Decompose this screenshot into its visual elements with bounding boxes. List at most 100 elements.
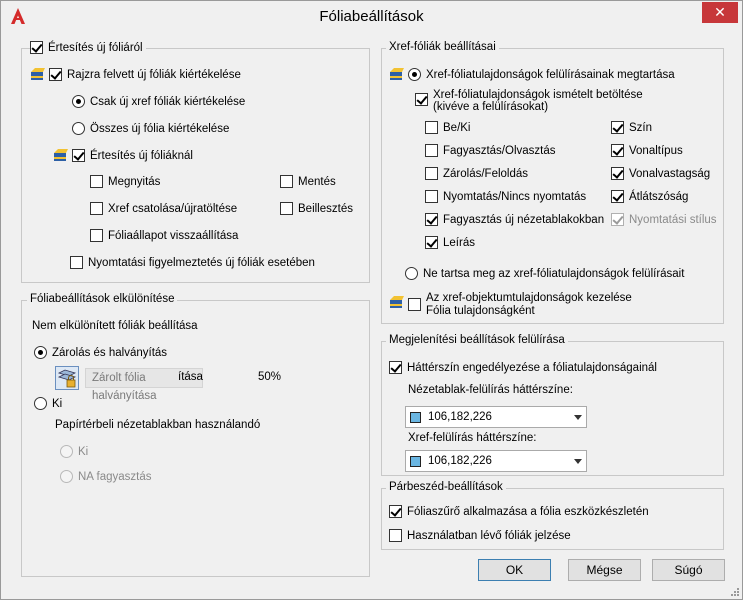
paper-off-radio-button[interactable] [60, 445, 73, 458]
xref-attach-label: Xref csatolása/újratöltése [108, 202, 238, 215]
notify-check[interactable] [30, 41, 43, 54]
lock-fade-radio[interactable]: Zárolás és halványítás [34, 346, 167, 359]
all-new-radio[interactable]: Összes új fólia kiértékelése [72, 122, 229, 135]
obj-props-line1: Az xref-objektumtulajdonságok kezelése [426, 292, 632, 304]
all-new-radio-button[interactable] [72, 122, 85, 135]
chevron-down-icon [574, 459, 582, 464]
display-legend: Megjelenítési beállítások felülírása [386, 334, 568, 346]
paper-freeze-radio[interactable]: NA fagyasztás [60, 470, 152, 483]
apply-filter-checkbox[interactable]: Fóliaszűrő alkalmazása a fólia eszközkés… [389, 505, 649, 518]
save-checkbox[interactable]: Mentés [280, 175, 336, 188]
plot-warning-check[interactable] [70, 256, 83, 269]
reload-checkbox[interactable]: Xref-fóliatulajdonságok ismételt betölté… [415, 89, 643, 113]
bg-enable-check[interactable] [389, 361, 402, 374]
reload-check[interactable] [415, 93, 428, 106]
linetype-check[interactable] [611, 144, 624, 157]
xref-bg-color-select[interactable]: 106,182,226 [405, 450, 587, 472]
lock-fade-radio-button[interactable] [34, 346, 47, 359]
keep-overrides-radio-button[interactable] [408, 68, 421, 81]
lineweight-checkbox[interactable]: Vonalvastagság [611, 167, 710, 180]
open-checkbox[interactable]: Megnyitás [90, 175, 160, 188]
insert-checkbox[interactable]: Beillesztés [280, 202, 353, 215]
save-check[interactable] [280, 175, 293, 188]
xref-legend: Xref-fóliák beállításai [386, 41, 499, 53]
open-check[interactable] [90, 175, 103, 188]
xref-attach-checkbox[interactable]: Xref csatolása/újratöltése [90, 202, 237, 215]
freeze-thaw-checkbox[interactable]: Fagyasztás/Olvasztás [425, 144, 555, 157]
color-swatch [410, 411, 421, 423]
close-button[interactable]: ✕ [702, 2, 738, 23]
chevron-down-icon [574, 415, 582, 420]
layer-icon [30, 67, 46, 82]
xref-bg-label: Xref-felülírás háttérszíne: [408, 432, 537, 444]
plot-warning-checkbox[interactable]: Nyomtatási figyelmeztetés új fóliák eset… [70, 256, 315, 269]
transparency-check[interactable] [611, 190, 624, 203]
transparency-checkbox[interactable]: Átlátszóság [611, 190, 688, 203]
obj-props-line2: Fólia tulajdonságként [426, 305, 535, 317]
vp-freeze-checkbox[interactable]: Fagyasztás új nézetablakokban [425, 213, 604, 226]
plot-style-check[interactable] [611, 213, 624, 226]
off-radio[interactable]: Ki [34, 397, 62, 410]
ok-button[interactable]: OK [478, 559, 551, 581]
help-button[interactable]: Súgó [652, 559, 725, 581]
apply-filter-check[interactable] [389, 505, 402, 518]
fade-value: 50% [258, 371, 282, 383]
save-label: Mentés [298, 175, 336, 188]
locked-layer-fading-icon [55, 366, 79, 390]
no-keep-radio[interactable]: Ne tartsa meg az xref-fóliatulajdonságok… [405, 267, 684, 280]
obj-props-label: Az xref-objektumtulajdonságok kezelése F… [426, 292, 632, 318]
vp-bg-label: Nézetablak-felülírás háttérszíne: [408, 384, 573, 396]
plot-style-checkbox[interactable]: Nyomtatási stílus [611, 213, 717, 226]
indicate-used-label: Használatban lévő fóliák jelzése [407, 529, 571, 542]
lineweight-check[interactable] [611, 167, 624, 180]
restore-state-checkbox[interactable]: Fóliaállapot visszaállítása [90, 229, 238, 242]
notify-new-check[interactable] [72, 149, 85, 162]
isolation-subtitle: Nem elkülönített fóliák beállítása [32, 320, 198, 332]
on-off-check[interactable] [425, 121, 438, 134]
xref-bg-value: 106,182,226 [428, 455, 492, 467]
off-label: Ki [52, 397, 63, 410]
notify-new-checkbox[interactable]: Értesítés új fóliáknál [53, 148, 193, 163]
insert-check[interactable] [280, 202, 293, 215]
linetype-checkbox[interactable]: Vonaltípus [611, 144, 683, 157]
vp-bg-color-select[interactable]: 106,182,226 [405, 406, 587, 428]
only-xref-radio[interactable]: Csak új xref fóliák kiértékelése [72, 95, 245, 108]
plot-noplot-checkbox[interactable]: Nyomtatás/Nincs nyomtatás [425, 190, 586, 203]
off-radio-button[interactable] [34, 397, 47, 410]
paper-freeze-label: NA fagyasztás [78, 470, 152, 483]
lock-unlock-checkbox[interactable]: Zárolás/Feloldás [425, 167, 528, 180]
vp-freeze-check[interactable] [425, 213, 438, 226]
paper-off-radio[interactable]: Ki [60, 445, 88, 458]
color-check[interactable] [611, 121, 624, 134]
on-off-checkbox[interactable]: Be/Ki [425, 121, 471, 134]
isolation-legend: Fóliabeállítások elkülönítése [27, 293, 178, 305]
indicate-used-check[interactable] [389, 529, 402, 542]
layer-icon [389, 295, 405, 310]
transparency-label: Átlátszóság [629, 190, 689, 203]
restore-state-check[interactable] [90, 229, 103, 242]
no-keep-radio-button[interactable] [405, 267, 418, 280]
fade-suffix: ítása [178, 371, 203, 383]
lock-unlock-check[interactable] [425, 167, 438, 180]
xref-attach-check[interactable] [90, 202, 103, 215]
open-label: Megnyitás [108, 175, 161, 188]
keep-overrides-radio[interactable]: Xref-fóliatulajdonságok felülírásainak m… [389, 67, 675, 82]
notify-new-label: Értesítés új fóliáknál [90, 149, 193, 162]
indicate-used-checkbox[interactable]: Használatban lévő fóliák jelzése [389, 529, 571, 542]
notify-checkbox[interactable]: Értesítés új fóliáról [30, 41, 146, 54]
paper-freeze-radio-button[interactable] [60, 470, 73, 483]
paper-label: Papírtérbeli nézetablakban használandó [55, 419, 261, 431]
cancel-button[interactable]: Mégse [568, 559, 641, 581]
obj-props-checkbox[interactable]: Az xref-objektumtulajdonságok kezelése F… [389, 292, 632, 318]
color-checkbox[interactable]: Szín [611, 121, 652, 134]
plot-noplot-check[interactable] [425, 190, 438, 203]
evaluate-drawing-checkbox[interactable]: Rajzra felvett új fóliák kiértékelése [30, 67, 241, 82]
resize-grip-icon[interactable] [730, 587, 740, 597]
only-xref-radio-button[interactable] [72, 95, 85, 108]
description-checkbox[interactable]: Leírás [425, 236, 475, 249]
evaluate-drawing-check[interactable] [49, 68, 62, 81]
bg-enable-checkbox[interactable]: Háttérszín engedélyezése a fóliatulajdon… [389, 361, 657, 374]
freeze-thaw-check[interactable] [425, 144, 438, 157]
description-check[interactable] [425, 236, 438, 249]
obj-props-check[interactable] [408, 298, 421, 311]
